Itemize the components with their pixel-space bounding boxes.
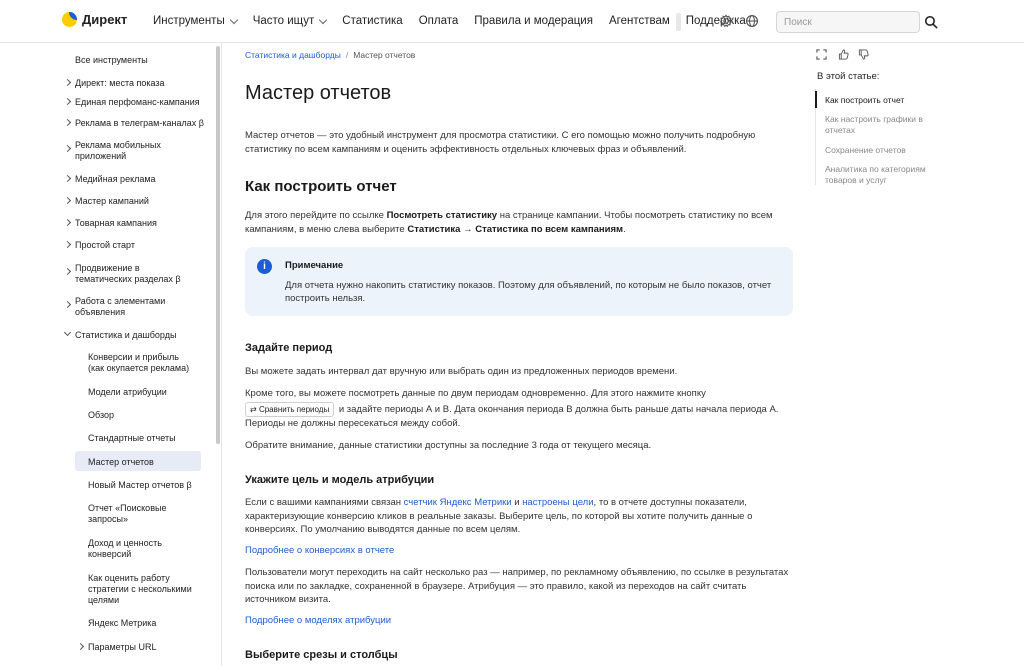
- fullscreen-icon[interactable]: [816, 49, 827, 60]
- sidebar-item-label: Реклама в телеграм-каналах β: [75, 118, 204, 128]
- section-heading-build-report: Как построить отчет: [245, 178, 397, 195]
- search-icon[interactable]: [924, 15, 938, 29]
- nav-rules[interactable]: Правила и модерация: [474, 15, 593, 27]
- sidebar-item-label: Продвижение в тематических разделах β: [75, 263, 181, 284]
- sidebar-subitem-conversions[interactable]: Конверсии и прибыль (как окупается рекла…: [88, 352, 196, 374]
- sidebar-subitem-overview[interactable]: Обзор: [88, 410, 198, 421]
- nav-tools-label: Инструменты: [153, 15, 225, 27]
- more-attribution-link[interactable]: Подробнее о моделях атрибуции: [245, 614, 391, 628]
- sidebar-item-label: Реклама мобильных приложений: [75, 140, 161, 161]
- sidebar-subitem-attribution[interactable]: Модели атрибуции: [88, 387, 198, 398]
- text-fragment: Для этого перейдите по ссылке: [245, 210, 387, 221]
- nav-support[interactable]: Поддержка: [686, 15, 746, 27]
- metrika-counter-link[interactable]: счетчик Яндекс Метрики: [404, 497, 512, 508]
- sidebar-subitem-strategy[interactable]: Как оценить работу стратегии с нескольки…: [88, 573, 198, 606]
- nav-payment[interactable]: Оплата: [419, 15, 459, 27]
- more-conversions-link[interactable]: Подробнее о конверсиях в отчете: [245, 544, 394, 558]
- sidebar-subitem-standard-reports[interactable]: Стандартные отчеты: [88, 433, 198, 444]
- nav-scroll-indicator: [676, 13, 681, 31]
- text-fragment: Кроме того, вы можете посмотреть данные …: [245, 388, 706, 399]
- nav-agencies[interactable]: Агентствам: [609, 15, 670, 27]
- bold-view-statistics: Посмотреть статистику: [386, 210, 498, 221]
- sidebar-subitem-new-report-master[interactable]: Новый Мастер отчетов β: [88, 480, 198, 491]
- sidebar-item-label: Единая перфоманс-кампания: [75, 97, 200, 107]
- sidebar-item-placements[interactable]: Директ: места показа: [63, 78, 205, 89]
- section-heading-slices: Выберите срезы и столбцы: [245, 649, 398, 661]
- logo-text: Директ: [82, 12, 128, 27]
- sidebar-item-all-tools[interactable]: Все инструменты: [75, 55, 148, 66]
- goal-paragraph-1: Если с вашими кампаниями связан счетчик …: [245, 496, 790, 537]
- text-fragment: и: [511, 497, 523, 508]
- bold-menu-path: Статистика → Статистика по всем кампания…: [407, 223, 624, 235]
- section-heading-goal: Укажите цель и модель атрибуции: [245, 474, 435, 486]
- sidebar-subitem-metrika[interactable]: Яндекс Метрика: [88, 618, 198, 629]
- sidebar-subitem-url-params[interactable]: Параметры URL: [76, 642, 198, 653]
- sidebar-item-telegram[interactable]: Реклама в телеграм-каналах β: [63, 118, 205, 129]
- section-heading-period: Задайте период: [245, 342, 333, 354]
- sidebar-item-product-campaign[interactable]: Товарная кампания: [63, 218, 205, 229]
- note-text: Для отчета нужно накопить статистику пок…: [285, 280, 772, 304]
- thumbs-up-icon[interactable]: [838, 49, 849, 60]
- sidebar-subitem-income[interactable]: Доход и ценность конверсий: [88, 538, 178, 560]
- toc-item-graphs[interactable]: Как настроить графики в отчетах: [825, 114, 925, 136]
- toc-active-marker: [815, 91, 817, 108]
- page-title: Мастер отчетов: [245, 82, 392, 104]
- top-header: Директ Инструменты Часто ищут Статистика…: [0, 0, 1024, 43]
- sidebar-item-performance[interactable]: Единая перфоманс-кампания: [63, 97, 205, 108]
- breadcrumb-separator: /: [345, 50, 349, 60]
- thumbs-down-icon[interactable]: [858, 49, 869, 60]
- top-navigation: Инструменты Часто ищут Статистика Оплата…: [153, 15, 762, 27]
- period-paragraph-3: Обратите внимание, данные статистики дос…: [245, 440, 652, 451]
- text-fragment: Если с вашими кампаниями связан: [245, 497, 404, 508]
- note-callout: i Примечание Для отчета нужно накопить с…: [245, 247, 793, 316]
- toc-item-saving[interactable]: Сохранение отчетов: [825, 145, 935, 156]
- nav-frequent[interactable]: Часто ищут: [252, 15, 328, 27]
- sidebar-item-label: Товарная кампания: [75, 218, 157, 228]
- sidebar-item-ad-elements[interactable]: Работа с элементами объявления: [63, 296, 170, 318]
- toc-item-build-report[interactable]: Как построить отчет: [825, 95, 935, 106]
- breadcrumb-current: Мастер отчетов: [353, 50, 416, 60]
- build-report-paragraph: Для этого перейдите по ссылке Посмотреть…: [245, 209, 785, 236]
- sidebar-item-label: Мастер кампаний: [75, 196, 149, 206]
- sidebar-item-label: Медийная реклама: [75, 174, 156, 184]
- text-fragment: .: [623, 223, 626, 235]
- sidebar-item-label: Параметры URL: [88, 642, 157, 652]
- direct-logo-icon: [62, 12, 77, 27]
- breadcrumb: Статистика и дашборды / Мастер отчетов: [245, 50, 415, 60]
- sidebar-item-thematic[interactable]: Продвижение в тематических разделах β: [63, 263, 197, 285]
- search-input[interactable]: [776, 11, 920, 33]
- toc-item-analytics[interactable]: Аналитика по категориям товаров и услуг: [825, 164, 929, 186]
- chevron-down-icon: [319, 15, 328, 24]
- sidebar-item-easy-start[interactable]: Простой старт: [63, 240, 205, 251]
- nav-statistics[interactable]: Статистика: [342, 15, 402, 27]
- note-title: Примечание: [285, 260, 344, 271]
- nav-frequent-label: Часто ищут: [252, 15, 315, 27]
- period-paragraph-2: Кроме того, вы можете посмотреть данные …: [245, 387, 785, 432]
- compare-periods-button[interactable]: ⇄ Сравнить периоды: [245, 401, 335, 417]
- sidebar-item-label: Простой старт: [75, 240, 135, 250]
- sidebar-scrollbar[interactable]: [216, 46, 220, 444]
- sidebar-item-label: Директ: места показа: [75, 78, 165, 88]
- toc-title: В этой статье:: [817, 71, 880, 82]
- sidebar-item-media[interactable]: Медийная реклама: [63, 174, 205, 185]
- nav-tools[interactable]: Инструменты: [153, 15, 238, 27]
- sidebar-item-label: Работа с элементами объявления: [75, 296, 166, 317]
- intro-paragraph: Мастер отчетов — это удобный инструмент …: [245, 130, 756, 155]
- sidebar-item-statistics[interactable]: Статистика и дашборды: [63, 328, 205, 341]
- period-paragraph-1: Вы можете задать интервал дат вручную ил…: [245, 366, 678, 377]
- breadcrumb-link[interactable]: Статистика и дашборды: [245, 50, 341, 60]
- goals-setup-link[interactable]: настроены цели: [522, 497, 593, 508]
- sidebar-subitem-report-master[interactable]: Мастер отчетов: [88, 457, 198, 468]
- gear-icon[interactable]: [719, 14, 733, 28]
- globe-icon[interactable]: [745, 14, 759, 28]
- sidebar-item-mobile-apps[interactable]: Реклама мобильных приложений: [63, 140, 175, 162]
- compare-periods-label: Сравнить периоды: [258, 404, 330, 414]
- sidebar-subitem-search-queries[interactable]: Отчет «Поисковые запросы»: [88, 503, 178, 525]
- sidebar-item-campaign-master[interactable]: Мастер кампаний: [63, 196, 205, 207]
- chevron-down-icon: [229, 15, 238, 24]
- goal-paragraph-2: Пользователи могут переходить на сайт не…: [245, 567, 789, 605]
- direct-logo[interactable]: Директ: [62, 12, 127, 27]
- sidebar-item-label: Статистика и дашборды: [75, 330, 177, 340]
- info-icon: i: [257, 259, 272, 274]
